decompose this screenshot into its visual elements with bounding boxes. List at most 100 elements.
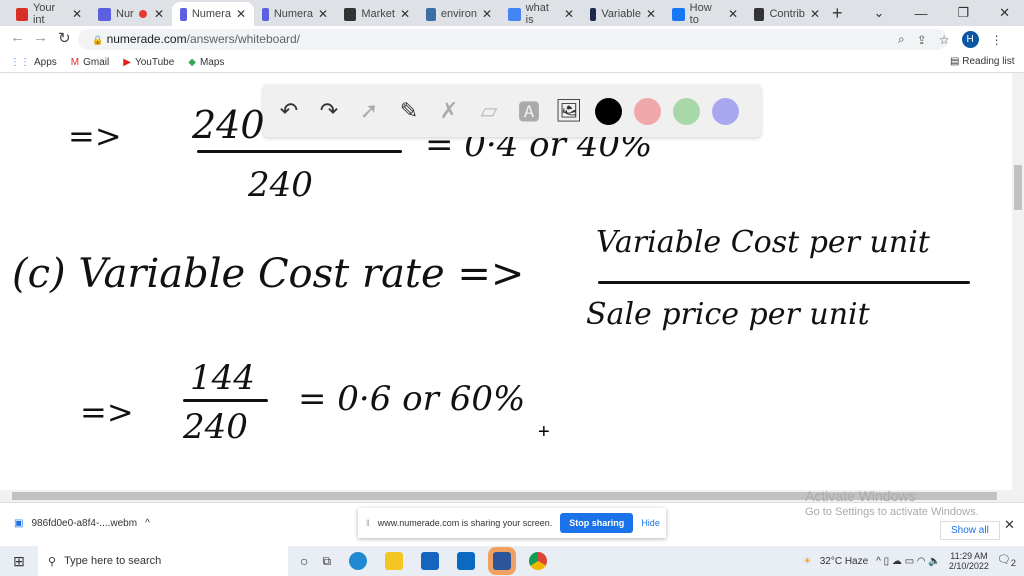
menu-icon[interactable]: ⋮ <box>991 33 1003 47</box>
windows-start-icon[interactable]: ⊞ <box>0 553 38 570</box>
color-black[interactable] <box>595 97 622 125</box>
bookmark-maps[interactable]: ◆ Maps <box>188 57 224 68</box>
clock[interactable]: 11:29 AM 2/10/2022 <box>949 551 989 571</box>
horizontal-scrollbar[interactable] <box>0 490 1024 502</box>
store-icon[interactable] <box>421 552 440 570</box>
close-tab-icon[interactable]: ✕ <box>646 7 656 21</box>
download-item[interactable]: ▣ 986fd0e0-a8f4-....webm ^ <box>14 518 150 529</box>
back-icon[interactable]: ← <box>10 29 25 46</box>
forward-icon[interactable]: → <box>33 29 48 46</box>
tab-3[interactable]: Numera ✕ <box>254 2 336 26</box>
close-tab-icon[interactable]: ✕ <box>810 7 820 21</box>
result-3: = 0·6 or 60% <box>298 379 526 419</box>
weather-icon: ☀ <box>802 555 812 567</box>
taskbar: ⊞ ⚲ Type here to search ○ ⧉ ☀ 32°C Haze ^… <box>0 546 1024 576</box>
tab-search-icon[interactable]: ⌄ <box>874 5 885 21</box>
word-icon[interactable] <box>493 552 512 570</box>
tab-0[interactable]: Your int ✕ <box>8 2 90 26</box>
chrome-icon[interactable] <box>529 552 548 570</box>
text-icon[interactable]: 🅰 <box>515 97 543 125</box>
notifications-icon[interactable]: 🗨2 <box>997 553 1016 568</box>
redo-icon[interactable]: ↷ <box>315 97 343 125</box>
image-icon[interactable]: 🖼 <box>555 97 583 125</box>
tab-9[interactable]: Contrib ✕ <box>746 2 828 26</box>
close-tab-icon[interactable]: ✕ <box>482 7 492 21</box>
reload-icon[interactable]: ↻ <box>58 29 71 47</box>
tab-title: Your int <box>32 2 56 26</box>
tab-6[interactable]: what is ✕ <box>500 2 582 26</box>
tab-5[interactable]: environ ✕ <box>418 2 500 26</box>
youtube-icon: ▶ <box>123 56 131 68</box>
close-button[interactable]: ✕ <box>999 5 1010 21</box>
color-blue[interactable] <box>712 97 739 125</box>
numerade-icon <box>98 7 111 21</box>
gmail-icon <box>16 7 28 21</box>
bookmarks-bar: ⋮⋮ Apps M Gmail ▶ YouTube ◆ Maps <box>0 52 1024 73</box>
drag-handle-icon[interactable]: ‖ <box>366 518 370 528</box>
recording-icon <box>138 10 147 18</box>
tab-8[interactable]: How to ✕ <box>664 2 746 26</box>
file-icon: ▣ <box>14 518 24 529</box>
stop-sharing-button[interactable]: Stop sharing <box>560 513 634 533</box>
show-all-button[interactable]: Show all <box>940 521 1000 540</box>
select-icon[interactable]: ➚ <box>355 97 383 125</box>
close-tab-icon[interactable]: ✕ <box>318 7 328 21</box>
f-icon <box>672 7 685 21</box>
tab-2[interactable]: Numera ✕ <box>172 2 254 26</box>
market-icon <box>344 7 357 21</box>
bookmark-apps[interactable]: ⋮⋮ Apps <box>10 57 57 68</box>
tab-7[interactable]: Variable ✕ <box>582 2 664 26</box>
undo-icon[interactable]: ↶ <box>275 97 303 125</box>
weather-text[interactable]: 32°C Haze <box>820 556 868 567</box>
search-icon: ⚲ <box>48 555 57 568</box>
bookmark-gmail[interactable]: M Gmail <box>71 57 109 68</box>
arrow-1: => <box>68 117 122 155</box>
star-icon[interactable]: ☆ <box>939 33 950 47</box>
crosshair-cursor: + <box>538 421 550 443</box>
environ-icon <box>426 7 436 21</box>
close-tab-icon[interactable]: ✕ <box>72 7 82 21</box>
hide-button[interactable]: Hide <box>641 518 660 528</box>
chevron-up-icon[interactable]: ^ <box>145 518 150 529</box>
close-download-bar[interactable]: ✕ <box>1004 517 1015 533</box>
avatar[interactable]: H <box>961 31 979 48</box>
bookmark-youtube[interactable]: ▶ YouTube <box>123 57 174 68</box>
tab-bar: Your int ✕ Nur ✕ Numera ✕ Numera ✕ Market ✕ enviro… <box>0 0 1024 26</box>
drawing-toolbar: ↶ ↷ ➚ ✎ ✗ ▱ 🅰 🖼 <box>263 85 761 137</box>
task-view-icon[interactable]: ⧉ <box>322 554 331 569</box>
tab-1[interactable]: Nur ✕ <box>90 2 172 26</box>
minimize-button[interactable]: — <box>914 6 927 21</box>
apps-icon: ⋮⋮ <box>10 56 30 68</box>
tools-icon[interactable]: ✗ <box>435 97 463 125</box>
reading-list[interactable]: ▤ Reading list <box>950 56 1015 67</box>
close-tab-icon[interactable]: ✕ <box>236 7 246 21</box>
mail-icon[interactable] <box>457 552 476 570</box>
lock-icon: 🔒 <box>92 35 104 45</box>
share-icon[interactable]: ⇪ <box>917 33 927 47</box>
edge-icon[interactable] <box>349 552 368 570</box>
tab-4[interactable]: Market ✕ <box>336 2 418 26</box>
close-tab-icon[interactable]: ✕ <box>400 7 410 21</box>
pen-icon[interactable]: ✎ <box>395 97 423 125</box>
gmail-icon: M <box>70 56 80 68</box>
color-pink[interactable] <box>634 97 661 125</box>
maximize-button[interactable]: ❐ <box>957 5 969 21</box>
tab-title: environ <box>440 8 477 20</box>
cortana-icon[interactable]: ○ <box>300 553 308 569</box>
close-tab-icon[interactable]: ✕ <box>564 7 574 21</box>
numerator-2: Variable Cost per unit <box>596 225 930 260</box>
file-explorer-icon[interactable] <box>385 552 404 570</box>
close-tab-icon[interactable]: ✕ <box>154 7 164 21</box>
close-tab-icon[interactable]: ✕ <box>728 7 738 21</box>
vertical-scrollbar[interactable] <box>1012 73 1024 490</box>
taskbar-search[interactable]: ⚲ Type here to search <box>38 546 288 576</box>
denominator-3: 240 <box>183 407 248 447</box>
eraser-icon[interactable]: ▱ <box>475 97 503 125</box>
color-green[interactable] <box>673 97 700 125</box>
variable-icon <box>590 7 597 21</box>
new-tab-button[interactable]: + <box>832 3 843 24</box>
zoom-icon[interactable]: ⌕ <box>898 32 905 47</box>
tab-title: Numera <box>273 8 313 20</box>
url-bar[interactable]: 🔒 numerade.com/answers/whiteboard/ <box>78 29 948 50</box>
tray-icons[interactable]: ^ ▯ ☁ ▭ ◠ 🔈 <box>876 556 941 567</box>
